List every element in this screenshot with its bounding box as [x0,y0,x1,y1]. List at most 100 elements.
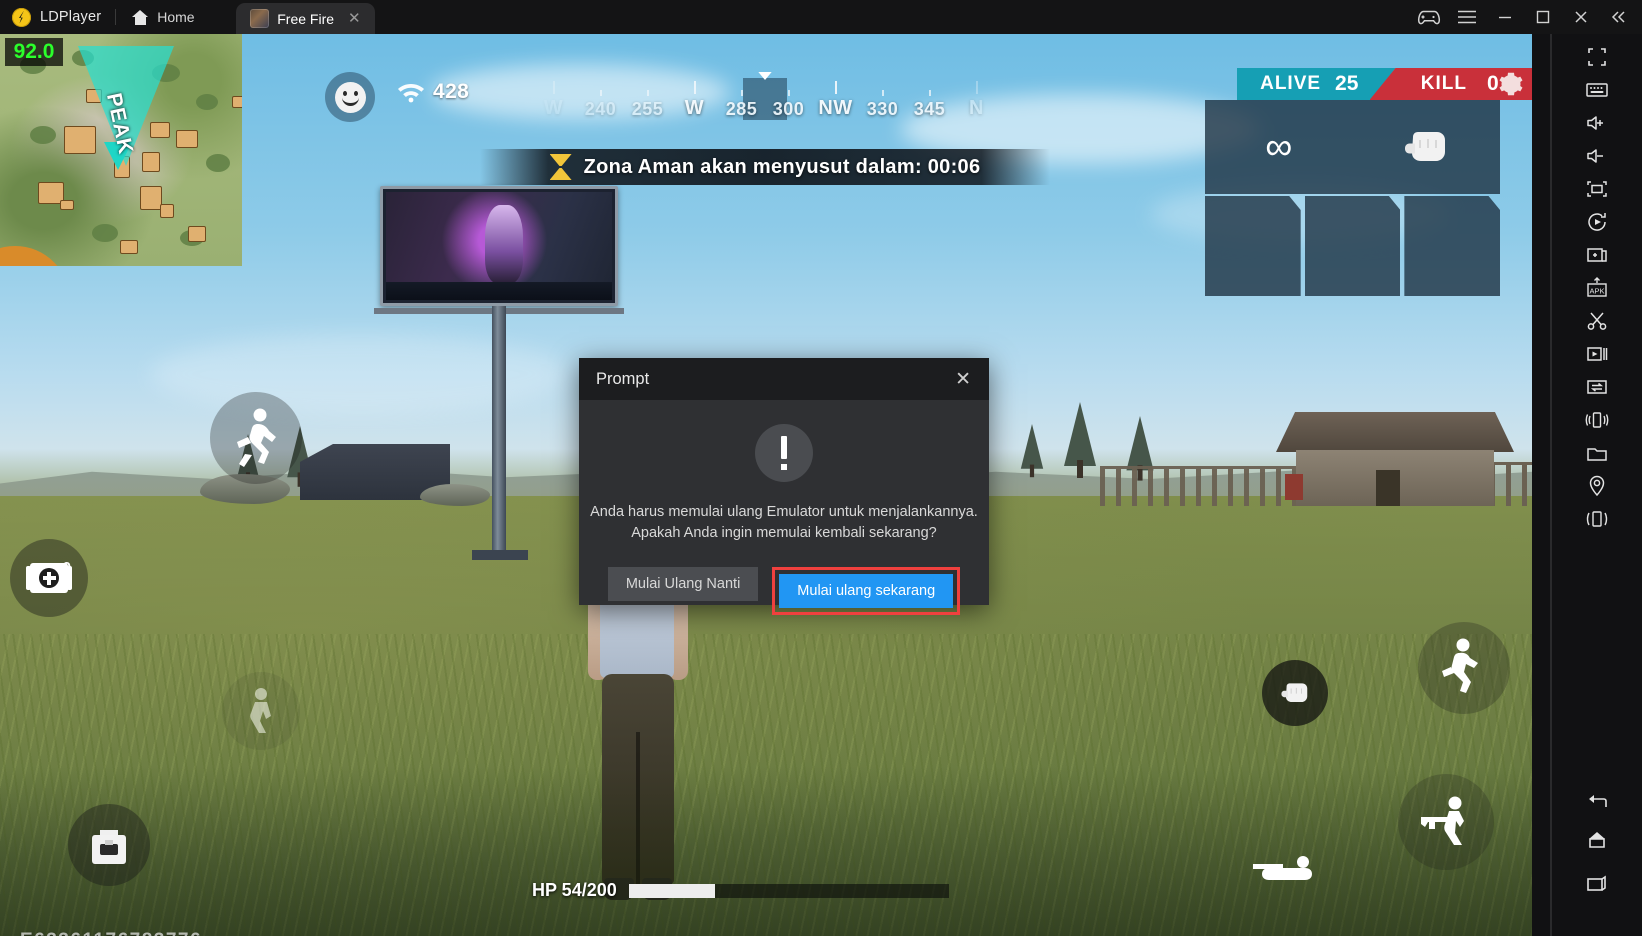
minimize-icon[interactable] [1486,0,1524,34]
inventory-cell[interactable] [1304,196,1401,296]
warning-exclamation-icon [755,424,813,482]
rock [420,484,490,506]
infinity-icon: ∞ [1265,126,1293,168]
title-bar: LDPlayer Home Free Fire ✕ [0,0,1642,34]
fence [1100,466,1300,506]
sidebar-item-video-record[interactable] [1566,337,1628,370]
volume-up-icon [1587,115,1603,130]
red-container [1285,474,1303,500]
screenshot-icon [1587,180,1607,197]
score-bar: ALIVE 25 KILL 0 [1237,68,1532,100]
tab-close-icon[interactable]: ✕ [348,11,361,26]
hourglass-icon [550,154,572,180]
emoji-smile-icon [334,81,366,113]
alive-value: 25 [1335,72,1359,95]
titlebar-spacer [375,0,1410,34]
fist-icon [1405,132,1446,161]
sidebar-item-install-apk[interactable]: APK [1566,271,1628,304]
weapon-slot[interactable] [1353,100,1501,194]
gear-icon [1499,72,1523,96]
sidebar-item-volume-down[interactable] [1566,139,1628,172]
close-icon[interactable] [1562,0,1600,34]
folder-icon [1587,447,1607,461]
alive-label: ALIVE [1260,73,1322,94]
hp-label: HP 54/200 [532,880,617,900]
sidebar-item-home[interactable] [1566,818,1628,862]
collapse-sidebar-icon[interactable] [1600,0,1638,34]
medkit-button[interactable]: 0 [10,539,88,617]
restart-now-button[interactable]: Mulai ulang sekarang [779,574,954,609]
fist-icon [1281,683,1308,703]
jump-button[interactable] [1418,622,1510,714]
kill-label: KILL [1420,73,1468,94]
dialog-message: Anda harus memulai ulang Emulator untuk … [579,502,989,543]
gamepad-icon[interactable] [1410,0,1448,34]
dialog-title: Prompt [596,369,650,388]
inventory-row-2[interactable] [1205,196,1501,296]
inventory-cell[interactable] [1404,196,1501,296]
window-buttons [1410,0,1642,34]
crouch-button[interactable] [222,672,300,750]
network-ping: 428 [396,80,469,104]
prone-button[interactable] [1240,832,1336,904]
shooting-figure-icon [1421,796,1464,845]
alive-counter: ALIVE 25 [1237,68,1396,100]
sidebar-item-volume-up[interactable] [1566,106,1628,139]
settings-gear-button[interactable] [1490,64,1532,104]
emoji-button[interactable] [325,72,375,122]
sidebar-item-screenshot[interactable] [1566,172,1628,205]
scissors-cut-icon [1587,312,1607,330]
maximize-icon[interactable] [1524,0,1562,34]
dialog-body: Anda harus memulai ulang Emulator untuk … [579,400,989,616]
game-viewport[interactable]: PEAK 92.0 428 W 240 255 W 285 300 NW 330… [0,34,1532,936]
prompt-dialog: Prompt ✕ Anda harus memulai ulang Emulat… [579,358,989,616]
tab-home[interactable]: Home [116,0,236,34]
dialog-close-icon[interactable]: ✕ [951,367,975,392]
melee-fist-button[interactable] [1262,660,1328,726]
sidebar-item-multi-instance[interactable] [1566,238,1628,271]
hp-fill [628,883,716,898]
sidebar-item-macro-record[interactable] [1566,205,1628,238]
sidebar-item-shake[interactable] [1566,403,1628,436]
compass-tick: 240 [577,90,624,120]
compass-tick: 330 [859,90,906,120]
sidebar-item-location[interactable] [1566,469,1628,502]
menu-icon[interactable] [1448,0,1486,34]
tab-free-fire[interactable]: Free Fire ✕ [236,3,375,34]
safe-zone-text: Zona Aman akan menyusut dalam: 00:06 [583,155,981,178]
sidebar-item-fullscreen[interactable] [1566,40,1628,73]
sidebar-item-folder[interactable] [1566,436,1628,469]
sidebar-item-rotate-screen[interactable] [1566,502,1628,535]
altitude-value: 92.0 [13,40,55,63]
inventory-panel[interactable]: ∞ [1205,100,1500,194]
house [1276,412,1514,506]
shoot-button[interactable] [1398,774,1494,870]
compass-tick: N [953,81,1000,120]
backpack-button[interactable] [68,804,150,886]
minimap[interactable]: PEAK 92.0 [0,34,242,266]
ldplayer-sidebar: APK [1532,34,1642,936]
wifi-icon [398,84,424,103]
ammo-slot[interactable]: ∞ [1205,100,1353,194]
sidebar-item-file-transfer[interactable] [1566,370,1628,403]
compass-tick: NW [812,81,859,120]
medkit-count: 0 [62,559,71,576]
sidebar-item-recents[interactable] [1566,862,1628,906]
sidebar-item-keyboard[interactable] [1566,73,1628,106]
home-icon [132,9,149,25]
sidebar-item-scissors-cut[interactable] [1566,304,1628,337]
file-transfer-icon [1587,379,1607,394]
svg-text:APK: APK [1589,286,1604,295]
compass-tick: W [530,81,577,120]
ldplayer-window: LDPlayer Home Free Fire ✕ PEAK 92.0 428 … [0,0,1642,936]
inventory-cell[interactable] [1205,196,1301,296]
ldplayer-logo-icon [12,7,31,27]
crouch-figure-icon [250,688,271,733]
compass: W 240 255 W 285 300 NW 330 345 N [530,68,1000,120]
restart-later-button[interactable]: Mulai Ulang Nanti [607,567,759,602]
macro-record-icon [1588,212,1606,231]
tab-home-label: Home [157,9,195,25]
jumping-figure-icon [1442,638,1478,693]
run-button[interactable] [210,392,302,484]
sidebar-item-back[interactable] [1566,785,1628,818]
